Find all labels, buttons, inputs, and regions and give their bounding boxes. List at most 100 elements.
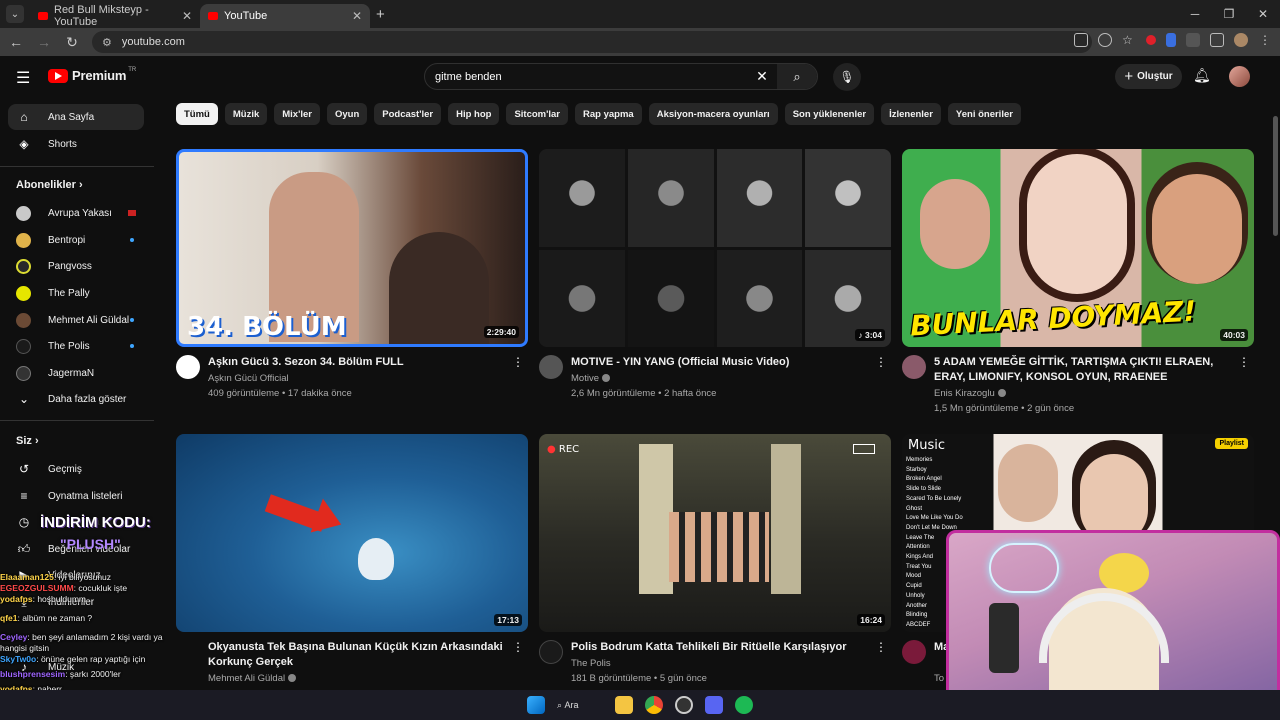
video-title[interactable]: Okyanusta Tek Başına Bulunan Küçük Kızın… [208, 640, 508, 670]
sidebar-sub-the-polis[interactable]: The Polis [8, 333, 144, 359]
sidebar-sub-jagerman[interactable]: JagermaN [8, 360, 144, 386]
video-thumbnail[interactable]: BUNLAR DOYMAZ! 40:03 [902, 149, 1254, 347]
browser-tab-youtube[interactable]: YouTube ✕ [200, 4, 370, 28]
youtube-premium-logo[interactable]: Premium TR [48, 67, 136, 83]
chrome-icon[interactable] [645, 696, 663, 714]
restore-icon[interactable]: ❐ [1212, 7, 1246, 21]
channel-name[interactable]: Enis Kirazoglu [934, 388, 1006, 399]
notifications-bell-icon[interactable]: 🔔︎ [1193, 67, 1211, 84]
more-actions-icon[interactable]: ⋮ [875, 640, 887, 654]
taskbar-search[interactable]: ⌕ Ara [557, 700, 603, 711]
close-tab-icon[interactable]: ✕ [182, 9, 192, 23]
clear-search-icon[interactable]: ✕ [747, 68, 777, 85]
minimize-icon[interactable]: ─ [1178, 7, 1212, 21]
video-card[interactable]: 34. BÖLÜM 2:29:40 Aşkın Gücü 3. Sezon 34… [176, 149, 528, 413]
sidebar-sub-the-pally[interactable]: The Pally [8, 280, 144, 306]
create-button[interactable]: + Oluştur [1115, 64, 1182, 89]
search-box[interactable]: gitme benden ✕ ⌕ [424, 63, 818, 90]
channel-name[interactable]: Aşkın Gücü Official [208, 373, 289, 384]
sidebar-sub-mehmet-ali-guldal[interactable]: Mehmet Ali Güldal [8, 307, 144, 333]
search-button[interactable]: ⌕ [777, 64, 817, 89]
spotify-icon[interactable] [735, 696, 753, 714]
discord-icon[interactable] [705, 696, 723, 714]
video-title[interactable]: MOTIVE - YIN YANG (Official Music Video) [571, 355, 871, 370]
reload-icon[interactable]: ↻ [60, 34, 84, 51]
extensions-puzzle-icon[interactable] [1210, 33, 1224, 47]
more-actions-icon[interactable]: ⋮ [1238, 355, 1250, 369]
account-avatar[interactable] [1229, 66, 1250, 87]
channel-avatar[interactable] [539, 640, 563, 664]
chip-new-to-you[interactable]: Yeni öneriler [947, 103, 1021, 125]
more-menu-icon[interactable]: ⋮ [1258, 33, 1272, 47]
more-actions-icon[interactable]: ⋮ [512, 640, 524, 654]
browser-tab-redbull[interactable]: Red Bull Miksteyp - YouTube ✕ [30, 4, 200, 28]
video-thumbnail[interactable]: ● REC 16:24 [539, 434, 891, 632]
channel-name[interactable]: Mehmet Ali Güldal [208, 673, 297, 684]
video-thumbnail[interactable]: 34. BÖLÜM 2:29:40 [176, 149, 528, 347]
cast-icon[interactable] [1074, 33, 1088, 47]
track-name: Broken Angel [906, 476, 942, 483]
extension-dark-icon[interactable] [1186, 33, 1200, 47]
chip-action-adventure[interactable]: Aksiyon-macera oyunları [648, 103, 778, 125]
channel-avatar[interactable] [176, 355, 200, 379]
tab-search-icon[interactable]: ⌄ [6, 5, 24, 23]
video-title[interactable]: Polis Bodrum Katta Tehlikeli Bir Ritüell… [571, 640, 871, 655]
chip-recently-uploaded[interactable]: Son yüklenenler [784, 103, 875, 125]
video-thumbnail[interactable]: ♪ 3:04 [539, 149, 891, 347]
extension-blue-icon[interactable] [1166, 33, 1176, 47]
voice-search-button[interactable]: 🎙 [833, 63, 861, 91]
url-field[interactable]: ⚙ youtube.com [92, 31, 1092, 53]
sidebar-item-playlists[interactable]: ≡ Oynatma listeleri [8, 483, 144, 509]
sidebar-item-shorts[interactable]: ◈ Shorts [8, 131, 144, 157]
video-card[interactable]: 17:13 Okyanusta Tek Başına Bulunan Küçük… [176, 434, 528, 690]
chip-all[interactable]: Tümü [176, 103, 218, 125]
video-title[interactable]: 5 ADAM YEMEĞE GİTTİK, TARTIŞMA ÇIKTI! EL… [934, 355, 1244, 385]
more-actions-icon[interactable]: ⋮ [512, 355, 524, 369]
chip-sitcoms[interactable]: Sitcom'lar [506, 103, 569, 125]
sidebar-sub-pangvoss[interactable]: Pangvoss [8, 253, 144, 279]
chip-rap[interactable]: Rap yapma [575, 103, 642, 125]
sidebar-sub-avrupa-yakasi[interactable]: Avrupa Yakası [8, 200, 144, 226]
more-actions-icon[interactable]: ⋮ [875, 355, 887, 369]
channel-avatar[interactable] [539, 355, 563, 379]
chat-username: Ceyley [0, 632, 28, 642]
chip-hip-hop[interactable]: Hip hop [448, 103, 500, 125]
menu-icon[interactable]: ☰ [16, 68, 30, 88]
sidebar-item-home[interactable]: ⌂ Ana Sayfa [8, 104, 144, 130]
chip-gaming[interactable]: Oyun [326, 103, 368, 125]
bookmark-star-icon[interactable]: ☆ [1122, 33, 1136, 47]
video-title[interactable]: Aşkın Gücü 3. Sezon 34. Bölüm FULL [208, 355, 508, 370]
profile-avatar[interactable] [1234, 33, 1248, 47]
channel-name[interactable]: To [934, 673, 944, 684]
show-more-button[interactable]: ⌄ Daha fazla göster [8, 386, 144, 412]
new-tab-icon[interactable]: + [376, 6, 385, 23]
search-input[interactable]: gitme benden [435, 71, 747, 83]
video-card[interactable]: ● REC 16:24 Polis Bodrum Katta Tehlikeli… [539, 434, 891, 690]
chip-mixes[interactable]: Mix'ler [274, 103, 320, 125]
chip-podcasts[interactable]: Podcast'ler [374, 103, 442, 125]
video-card[interactable]: BUNLAR DOYMAZ! 40:03 5 ADAM YEMEĞE GİTTİ… [902, 149, 1254, 414]
channel-avatar[interactable] [902, 355, 926, 379]
forward-icon[interactable]: → [32, 34, 56, 50]
channel-name[interactable]: The Polis [571, 658, 611, 669]
obs-icon[interactable] [675, 696, 693, 714]
channel-name[interactable]: Motive [571, 373, 610, 384]
channel-avatar[interactable] [902, 640, 926, 664]
you-heading[interactable]: Siz › [16, 435, 39, 447]
site-info-icon[interactable]: ⚙ [102, 36, 112, 49]
sidebar-sub-bentropi[interactable]: Bentropi [8, 227, 144, 253]
page-scrollbar[interactable] [1273, 116, 1278, 236]
chip-watched[interactable]: İzlenenler [881, 103, 941, 125]
eye-off-icon[interactable] [1098, 33, 1112, 47]
windows-start-icon[interactable] [527, 696, 545, 714]
video-thumbnail[interactable]: 17:13 [176, 434, 528, 632]
back-icon[interactable]: ← [4, 34, 28, 50]
video-card[interactable]: ♪ 3:04 MOTIVE - YIN YANG (Official Music… [539, 149, 891, 413]
chip-music[interactable]: Müzik [224, 103, 268, 125]
subscriptions-heading[interactable]: Abonelikler › [16, 179, 83, 191]
extension-red-icon[interactable] [1146, 35, 1156, 45]
close-window-icon[interactable]: ✕ [1246, 7, 1280, 21]
close-tab-icon[interactable]: ✕ [352, 9, 362, 23]
sidebar-item-history[interactable]: ↺ Geçmiş [8, 456, 144, 482]
file-explorer-icon[interactable] [615, 696, 633, 714]
